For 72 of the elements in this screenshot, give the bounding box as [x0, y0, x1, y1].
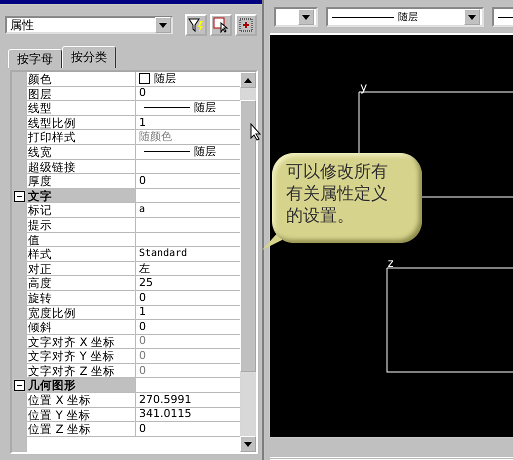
scrollbar[interactable]: [240, 72, 256, 452]
collapse-icon[interactable]: [14, 190, 25, 202]
property-value: 1: [139, 116, 146, 130]
value-cell[interactable]: 随层: [136, 101, 240, 116]
property-value: 0: [139, 349, 146, 364]
toolbar-dropdown[interactable]: [274, 7, 318, 27]
quick-select-button[interactable]: [185, 14, 207, 36]
select-objects-button[interactable]: [210, 14, 232, 36]
property-name: 线宽: [27, 144, 136, 160]
color-swatch: [139, 73, 150, 84]
property-name: 样式: [27, 247, 136, 262]
property-value: 0: [139, 320, 146, 334]
property-name: 线型比例: [27, 116, 136, 130]
property-value: 0: [139, 174, 146, 188]
linetype-dropdown[interactable]: 随层: [326, 7, 484, 27]
category-label: 几何图形: [27, 378, 136, 394]
property-value: 随层: [154, 72, 176, 86]
property-value: 25: [139, 276, 153, 290]
property-name: 线型: [27, 101, 136, 116]
property-name: 超级链接: [27, 160, 136, 174]
property-name: 高度: [27, 276, 136, 291]
scroll-down-icon[interactable]: [244, 442, 252, 446]
category-label: 文字: [27, 188, 136, 204]
property-name: 位置 Y 坐标: [27, 408, 136, 422]
property-name: 对正: [27, 262, 136, 276]
property-value: 0: [139, 422, 146, 436]
property-value: 1: [139, 305, 146, 320]
linetype-sample: [144, 107, 190, 108]
caret-icon: [159, 22, 167, 28]
callout-text: 可以修改所有 有关属性定义 的设置。: [285, 161, 389, 227]
property-value: 0: [139, 364, 146, 378]
property-name: 值: [27, 232, 136, 248]
property-name: 颜色: [27, 72, 136, 87]
property-name: 宽度比例: [27, 306, 136, 320]
property-value: 270.5991: [139, 392, 192, 407]
property-name: 位置 X 坐标: [27, 393, 136, 408]
linetype-sample: [144, 151, 190, 152]
property-name: 提示: [27, 218, 136, 233]
property-name: 打印样式: [27, 130, 136, 145]
property-value: 随层: [194, 100, 216, 115]
property-name: 文字对齐 Y 坐标: [27, 349, 136, 364]
property-value: a: [139, 203, 146, 218]
pickadd-button[interactable]: [235, 14, 257, 36]
value-cell[interactable]: 随层: [136, 72, 240, 87]
property-name: 文字对齐 Z 坐标: [27, 364, 136, 378]
select-icon: [213, 17, 229, 33]
property-name: 旋转: [27, 290, 136, 306]
property-value: 随层: [194, 144, 216, 159]
collapse-icon[interactable]: [14, 380, 25, 392]
tab[interactable]: 按字母: [8, 49, 62, 68]
scroll-up-icon[interactable]: [244, 78, 252, 82]
property-name: 位置 Z 坐标: [27, 422, 136, 437]
value-cell[interactable]: 随层: [136, 144, 240, 160]
property-name: 图层: [27, 86, 136, 102]
property-value: 0: [139, 86, 146, 100]
property-name: 标记: [27, 203, 136, 218]
funnel-icon: [188, 17, 204, 33]
property-value: 0: [139, 334, 146, 348]
caret-icon: [302, 14, 310, 20]
property-value: 随颜色: [139, 130, 172, 144]
property-value: Standard: [139, 246, 188, 261]
property-value: 0: [139, 290, 146, 305]
tab[interactable]: 按分类: [62, 46, 116, 68]
caret-icon: [468, 14, 476, 20]
axis-label: z: [387, 256, 394, 270]
property-name: 厚度: [27, 174, 136, 189]
plus-icon: [239, 18, 253, 32]
object-dropdown[interactable]: 属性: [5, 16, 173, 34]
property-value: 左: [139, 262, 150, 276]
property-name: 文字对齐 X 坐标: [27, 334, 136, 350]
property-name: 倾斜: [27, 320, 136, 335]
property-value: 341.0115: [139, 407, 192, 422]
